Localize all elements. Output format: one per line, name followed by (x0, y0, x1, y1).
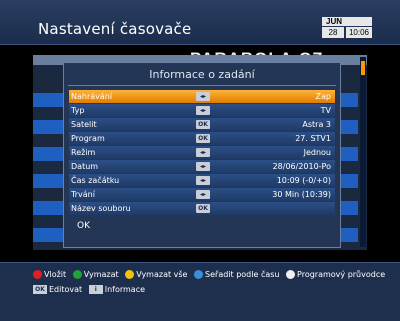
row-date[interactable]: Datum ◂▸ 28/06/2010-Po (69, 160, 335, 173)
left-right-arrows-icon: ◂▸ (196, 162, 210, 171)
row-duration[interactable]: Trvání ◂▸ 30 Min (10:39) (69, 188, 335, 201)
row-label: Satelit (71, 120, 97, 129)
legend-white[interactable]: Programový průvodce (286, 269, 385, 281)
clock-month: JUN (322, 17, 372, 26)
left-right-arrows-icon: ◂▸ (196, 148, 210, 157)
white-button-icon (286, 270, 296, 279)
row-label: Čas začátku (71, 176, 120, 185)
blue-button-icon (194, 270, 204, 279)
ok-key-icon: OK (196, 134, 210, 143)
row-label: Program (71, 134, 105, 143)
legend-red[interactable]: Vložit (33, 269, 66, 281)
green-button-icon (72, 270, 82, 279)
legend-info[interactable]: i Informace (88, 284, 146, 296)
left-right-arrows-icon: ◂▸ (196, 190, 210, 199)
row-label: Trvání (71, 190, 95, 199)
row-recording[interactable]: Nahrávání ◂▸ Zap (69, 90, 335, 103)
row-value: 30 Min (10:39) (272, 190, 331, 199)
ok-key-icon: OK (196, 120, 210, 129)
ok-button[interactable]: OK (77, 221, 90, 231)
page-title: Nastavení časovače (38, 20, 192, 38)
ok-key-icon: OK (196, 204, 210, 213)
footer-legend: Vložit Vymazat Vymazat vše Seřadit podle… (0, 262, 400, 321)
row-value: 28/06/2010-Po (272, 162, 331, 171)
clock: JUN 28 10:06 (322, 17, 372, 39)
list-row-stub (33, 120, 64, 134)
list-row-stub (33, 201, 64, 215)
row-label: Datum (71, 162, 99, 171)
row-file-name[interactable]: Název souboru OK (69, 202, 335, 215)
left-right-arrows-icon: ◂▸ (196, 92, 210, 101)
row-mode[interactable]: Režim ◂▸ Jednou (69, 146, 335, 159)
legend-label: Informace (104, 285, 146, 294)
row-label: Název souboru (71, 204, 131, 213)
row-label: Režim (71, 148, 96, 157)
row-start-time[interactable]: Čas začátku ◂▸ 10:09 (-0/+0) (69, 174, 335, 187)
row-satellite[interactable]: Satelit OK Astra 3 (69, 118, 335, 131)
row-type[interactable]: Typ ◂▸ TV (69, 104, 335, 117)
row-value: Jednou (303, 148, 331, 157)
clock-day: 28 (322, 27, 344, 38)
row-program[interactable]: Program OK 27. STV1 (69, 132, 335, 145)
legend-yellow[interactable]: Vymazat vše (125, 269, 187, 281)
legend-label: Vymazat (83, 270, 119, 279)
dialog-title: Informace o zadání (149, 68, 255, 81)
legend-row-colors: Vložit Vymazat Vymazat vše Seřadit podle… (33, 269, 389, 281)
red-button-icon (33, 270, 42, 279)
left-right-arrows-icon: ◂▸ (196, 176, 210, 185)
clock-time: 10:06 (346, 27, 372, 38)
legend-ok[interactable]: OK Editovat (33, 284, 82, 296)
legend-label: Programový průvodce (297, 270, 386, 279)
row-value: Astra 3 (302, 120, 331, 129)
legend-label: Vložit (44, 270, 67, 279)
list-row-stub (33, 147, 64, 161)
scrollbar-thumb[interactable] (361, 61, 365, 75)
ok-key-icon: OK (33, 285, 47, 294)
row-label: Typ (71, 106, 85, 115)
timer-info-dialog: Informace o zadání Nahrávání ◂▸ Zap Typ … (63, 62, 341, 248)
header-bar: Nastavení časovače JUN 28 10:06 (0, 0, 400, 45)
list-scrollbar[interactable] (360, 57, 366, 247)
legend-label: Seřadit podle času (205, 270, 280, 279)
dialog-divider (68, 85, 336, 86)
row-value: TV (320, 106, 331, 115)
yellow-button-icon (125, 270, 135, 279)
row-value: 10:09 (-0/+0) (276, 176, 331, 185)
left-right-arrows-icon: ◂▸ (196, 106, 210, 115)
legend-green[interactable]: Vymazat (72, 269, 119, 281)
list-row-stub (33, 93, 64, 107)
legend-blue[interactable]: Seřadit podle času (194, 269, 279, 281)
legend-row-keys: OK Editovat i Informace (33, 284, 149, 296)
list-row-stub (33, 228, 64, 242)
legend-label: Vymazat vše (136, 270, 188, 279)
list-row-stub (33, 174, 64, 188)
row-value: 27. STV1 (295, 134, 331, 143)
row-label: Nahrávání (71, 92, 113, 101)
row-value: Zap (315, 92, 331, 101)
legend-label: Editovat (49, 285, 83, 294)
info-key-icon: i (88, 285, 103, 294)
